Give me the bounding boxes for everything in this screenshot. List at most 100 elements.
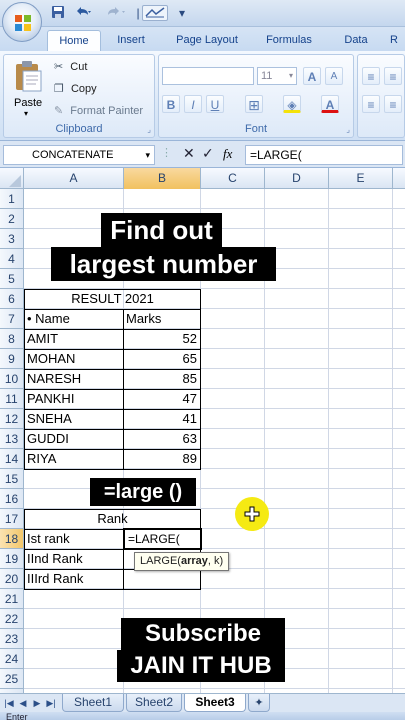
copy-button[interactable]: ❐ Copy bbox=[54, 81, 97, 97]
row-header-3[interactable]: 3 bbox=[0, 229, 24, 249]
font-launcher-icon[interactable]: ⌟ bbox=[346, 125, 350, 134]
resize-handle-icon[interactable]: ⋮ bbox=[161, 146, 172, 159]
row-header-2[interactable]: 2 bbox=[0, 209, 24, 229]
row-header-7[interactable]: 7 bbox=[0, 309, 24, 329]
cut-button[interactable]: ✂ Cut bbox=[54, 59, 87, 75]
rank-title[interactable]: Rank bbox=[24, 509, 201, 529]
customize-qat-icon[interactable]: ▾ bbox=[176, 5, 188, 21]
tab-insert[interactable]: Insert bbox=[108, 30, 154, 51]
column-header-b[interactable]: B bbox=[124, 168, 201, 189]
row-header-8[interactable]: 8 bbox=[0, 329, 24, 349]
next-sheet-icon[interactable]: ▶ bbox=[31, 696, 43, 710]
row-header-19[interactable]: 19 bbox=[0, 549, 24, 569]
undo-icon[interactable] bbox=[72, 5, 94, 21]
name-header[interactable]: • Name bbox=[24, 309, 123, 329]
student-name-cell[interactable]: GUDDI bbox=[24, 429, 123, 449]
row-header-5[interactable]: 5 bbox=[0, 269, 24, 289]
fill-color-icon[interactable]: ◈ bbox=[283, 95, 301, 113]
row-header-15[interactable]: 15 bbox=[0, 469, 24, 489]
sheet-tab-2[interactable]: Sheet2 bbox=[126, 694, 182, 712]
align-middle-icon[interactable]: ≡ bbox=[384, 67, 402, 85]
name-box[interactable]: CONCATENATE ▾ bbox=[3, 145, 155, 165]
student-marks-cell[interactable]: 47 bbox=[123, 389, 200, 409]
align-left-icon[interactable]: ≡ bbox=[362, 95, 380, 113]
align-center-icon[interactable]: ≡ bbox=[384, 95, 402, 113]
underline-button[interactable]: U bbox=[206, 95, 224, 113]
row-header-22[interactable]: 22 bbox=[0, 609, 24, 629]
tab-home[interactable]: Home bbox=[47, 30, 101, 51]
formula-input[interactable]: =LARGE( bbox=[245, 145, 403, 165]
student-name-cell[interactable]: RIYA bbox=[24, 449, 123, 469]
shrink-font-button[interactable]: A bbox=[325, 67, 343, 85]
format-painter-button[interactable]: ✎ Format Painter bbox=[54, 103, 143, 119]
last-sheet-icon[interactable]: ▶| bbox=[45, 696, 57, 710]
row-header-13[interactable]: 13 bbox=[0, 429, 24, 449]
enter-icon[interactable]: ✓ bbox=[202, 145, 214, 162]
rank-value-3[interactable] bbox=[123, 569, 200, 589]
row-header-17[interactable]: 17 bbox=[0, 509, 24, 529]
font-size-dropdown-icon[interactable]: ▾ bbox=[289, 68, 293, 84]
align-top-icon[interactable]: ≡ bbox=[362, 67, 380, 85]
rank-label-3[interactable]: IIIrd Rank bbox=[24, 569, 123, 589]
grow-font-button[interactable]: A bbox=[303, 67, 321, 85]
row-header-1[interactable]: 1 bbox=[0, 189, 24, 209]
chart-icon[interactable] bbox=[142, 5, 168, 21]
tab-formulas[interactable]: Formulas bbox=[258, 30, 320, 51]
row-header-25[interactable]: 25 bbox=[0, 669, 24, 689]
row-header-16[interactable]: 16 bbox=[0, 489, 24, 509]
student-name-cell[interactable]: NARESH bbox=[24, 369, 123, 389]
row-header-12[interactable]: 12 bbox=[0, 409, 24, 429]
row-header-20[interactable]: 20 bbox=[0, 569, 24, 589]
row-header-14[interactable]: 14 bbox=[0, 449, 24, 469]
result-title[interactable]: RESULT 2021 bbox=[24, 289, 201, 309]
column-header-a[interactable]: A bbox=[24, 168, 124, 189]
borders-icon[interactable]: ⊞ bbox=[245, 95, 263, 113]
student-marks-cell[interactable]: 52 bbox=[123, 329, 200, 349]
row-header-6[interactable]: 6 bbox=[0, 289, 24, 309]
italic-button[interactable]: I bbox=[184, 95, 202, 113]
column-header-e[interactable]: E bbox=[329, 168, 393, 189]
row-header-24[interactable]: 24 bbox=[0, 649, 24, 669]
row-header-18[interactable]: 18 bbox=[0, 529, 24, 549]
tab-review[interactable]: R bbox=[386, 30, 402, 51]
student-marks-cell[interactable]: 89 bbox=[123, 449, 200, 469]
font-color-icon[interactable]: A bbox=[321, 95, 339, 113]
column-header-c[interactable]: C bbox=[201, 168, 265, 189]
clipboard-launcher-icon[interactable]: ⌟ bbox=[147, 125, 151, 134]
row-header-21[interactable]: 21 bbox=[0, 589, 24, 609]
sheet-tab-3[interactable]: Sheet3 bbox=[184, 694, 246, 712]
font-size-box[interactable]: 11 ▾ bbox=[257, 67, 297, 85]
student-marks-cell[interactable]: 85 bbox=[123, 369, 200, 389]
row-header-9[interactable]: 9 bbox=[0, 349, 24, 369]
student-marks-cell[interactable]: 63 bbox=[123, 429, 200, 449]
select-all-corner[interactable] bbox=[0, 168, 24, 189]
marks-header[interactable]: Marks bbox=[123, 309, 200, 329]
paste-dropdown-icon[interactable]: ▾ bbox=[24, 109, 28, 118]
student-marks-cell[interactable]: 65 bbox=[123, 349, 200, 369]
prev-sheet-icon[interactable]: ◀ bbox=[17, 696, 29, 710]
student-name-cell[interactable]: PANKHI bbox=[24, 389, 123, 409]
active-cell-b18[interactable]: =LARGE( bbox=[123, 528, 202, 550]
paste-button[interactable]: Paste ▾ bbox=[8, 57, 48, 119]
row-header-4[interactable]: 4 bbox=[0, 249, 24, 269]
save-icon[interactable] bbox=[50, 5, 66, 21]
insert-function-icon[interactable]: fx bbox=[223, 146, 232, 162]
redo-icon[interactable] bbox=[104, 5, 130, 21]
row-header-23[interactable]: 23 bbox=[0, 629, 24, 649]
tab-page-layout[interactable]: Page Layout bbox=[168, 30, 246, 51]
font-name-box[interactable] bbox=[162, 67, 254, 85]
sheet-tab-1[interactable]: Sheet1 bbox=[62, 694, 124, 712]
student-name-cell[interactable]: SNEHA bbox=[24, 409, 123, 429]
first-sheet-icon[interactable]: |◀ bbox=[3, 696, 15, 710]
bold-button[interactable]: B bbox=[162, 95, 180, 113]
column-header-d[interactable]: D bbox=[265, 168, 329, 189]
name-box-dropdown-icon[interactable]: ▾ bbox=[145, 146, 150, 164]
cancel-icon[interactable]: ✕ bbox=[183, 145, 195, 162]
insert-sheet-button[interactable]: ✦ bbox=[248, 694, 270, 712]
student-marks-cell[interactable]: 41 bbox=[123, 409, 200, 429]
student-name-cell[interactable]: MOHAN bbox=[24, 349, 123, 369]
student-name-cell[interactable]: AMIT bbox=[24, 329, 123, 349]
row-header-10[interactable]: 10 bbox=[0, 369, 24, 389]
rank-label-2[interactable]: IInd Rank bbox=[24, 549, 123, 569]
rank-label-1[interactable]: Ist rank bbox=[24, 529, 123, 549]
